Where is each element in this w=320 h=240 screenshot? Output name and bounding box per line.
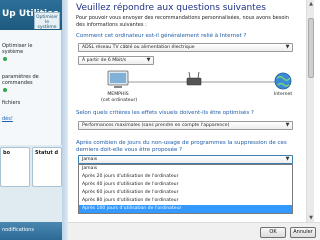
- dialog-heading: Veuillez répondre aux questions suivante…: [76, 3, 266, 13]
- internet-label: Internet: [273, 92, 293, 97]
- question-visual-effects: Selon quels critères les effets visuels …: [76, 110, 254, 116]
- connection-speed-value: À partir de 6 Mbit/s: [82, 58, 127, 63]
- globe-icon: [274, 72, 292, 90]
- question-unused-programs-line2: derniers doit-elle vous être proposée ?: [76, 147, 183, 153]
- background-link[interactable]: dés!: [2, 116, 13, 122]
- dialog-scrollbar[interactable]: ▲ ▼: [306, 0, 314, 222]
- background-card: Statut d: [32, 147, 62, 187]
- visual-effects-select[interactable]: Performances maximales (sans prendre en …: [78, 121, 293, 130]
- dialog-footer: OK Annuler: [68, 222, 320, 240]
- dialog-intro-text: Pour pouvoir vous envoyer des recommanda…: [76, 15, 289, 28]
- connection-type-select[interactable]: ADSL réseau TV câblé ou alimentation éle…: [78, 43, 293, 52]
- background-card: bo: [0, 147, 30, 187]
- scroll-up-icon[interactable]: ▲: [307, 0, 315, 8]
- computer-icon: [107, 70, 129, 88]
- questions-dialog: Veuillez répondre aux questions suivante…: [62, 0, 320, 240]
- dropdown-option[interactable]: Après 80 jours d'utilisation de l'ordina…: [79, 197, 292, 205]
- question-unused-programs-line1: Après combien de jours du non-usage de p…: [76, 140, 287, 146]
- background-text-line: système: [2, 49, 24, 55]
- unused-days-select[interactable]: Jamais ▼: [78, 155, 293, 164]
- unused-days-value: Jamais: [82, 157, 98, 162]
- background-card-title: Statut d: [35, 150, 59, 156]
- status-dot-icon: [3, 88, 7, 92]
- unused-days-dropdown-list: Jamais Après 20 jours d'utilisation de l…: [78, 164, 293, 214]
- background-statusbar: nodifications: [0, 222, 62, 240]
- chevron-down-icon[interactable]: ▼: [284, 156, 291, 163]
- connection-type-value: ADSL réseau TV câblé ou alimentation éle…: [82, 45, 195, 50]
- dropdown-option[interactable]: Après 40 jours d'utilisation de l'ordina…: [79, 181, 292, 189]
- dialog-content: Veuillez répondre aux questions suivante…: [68, 0, 320, 222]
- chevron-down-icon[interactable]: ▼: [145, 57, 152, 64]
- scroll-down-icon[interactable]: ▼: [307, 214, 315, 222]
- cancel-button[interactable]: Annuler: [290, 227, 316, 238]
- dropdown-option[interactable]: Jamais: [79, 165, 292, 173]
- background-app-window: Up Utilities Optimiser le système Optimi…: [0, 0, 62, 240]
- dropdown-option[interactable]: Après 60 jours d'utilisation de l'ordina…: [79, 189, 292, 197]
- ok-button[interactable]: OK: [260, 227, 286, 238]
- router-icon: [186, 71, 202, 86]
- network-diagram: MEMPHIS (cet ordinateur) Internet: [88, 68, 298, 108]
- background-card-title: bo: [3, 150, 11, 156]
- chevron-down-icon[interactable]: ▼: [284, 122, 291, 129]
- computer-label: MEMPHIS: [107, 92, 129, 97]
- background-text-line: fichiers: [2, 100, 21, 106]
- visual-effects-value: Performances maximales (sans prendre en …: [82, 123, 230, 128]
- background-app-header: Up Utilities Optimiser le système: [0, 0, 62, 30]
- background-tab-optimize[interactable]: Optimiser le système: [34, 12, 60, 30]
- background-side-panel: Optimiser le système paramètres de comma…: [0, 30, 62, 145]
- computer-sublabel: (cet ordinateur): [101, 98, 138, 103]
- connection-speed-select[interactable]: À partir de 6 Mbit/s ▼: [78, 56, 154, 65]
- status-dot-icon: [3, 57, 7, 61]
- dropdown-option[interactable]: Après 20 jours d'utilisation de l'ordina…: [79, 173, 292, 181]
- background-text-line: commandes: [2, 80, 33, 86]
- question-connection: Comment cet ordinateur est-il généraleme…: [76, 33, 247, 39]
- chevron-down-icon[interactable]: ▼: [284, 44, 291, 51]
- scrollbar-thumb[interactable]: [308, 18, 314, 78]
- dropdown-option-selected[interactable]: Après 100 jours d'utilisation de l'ordin…: [79, 205, 292, 213]
